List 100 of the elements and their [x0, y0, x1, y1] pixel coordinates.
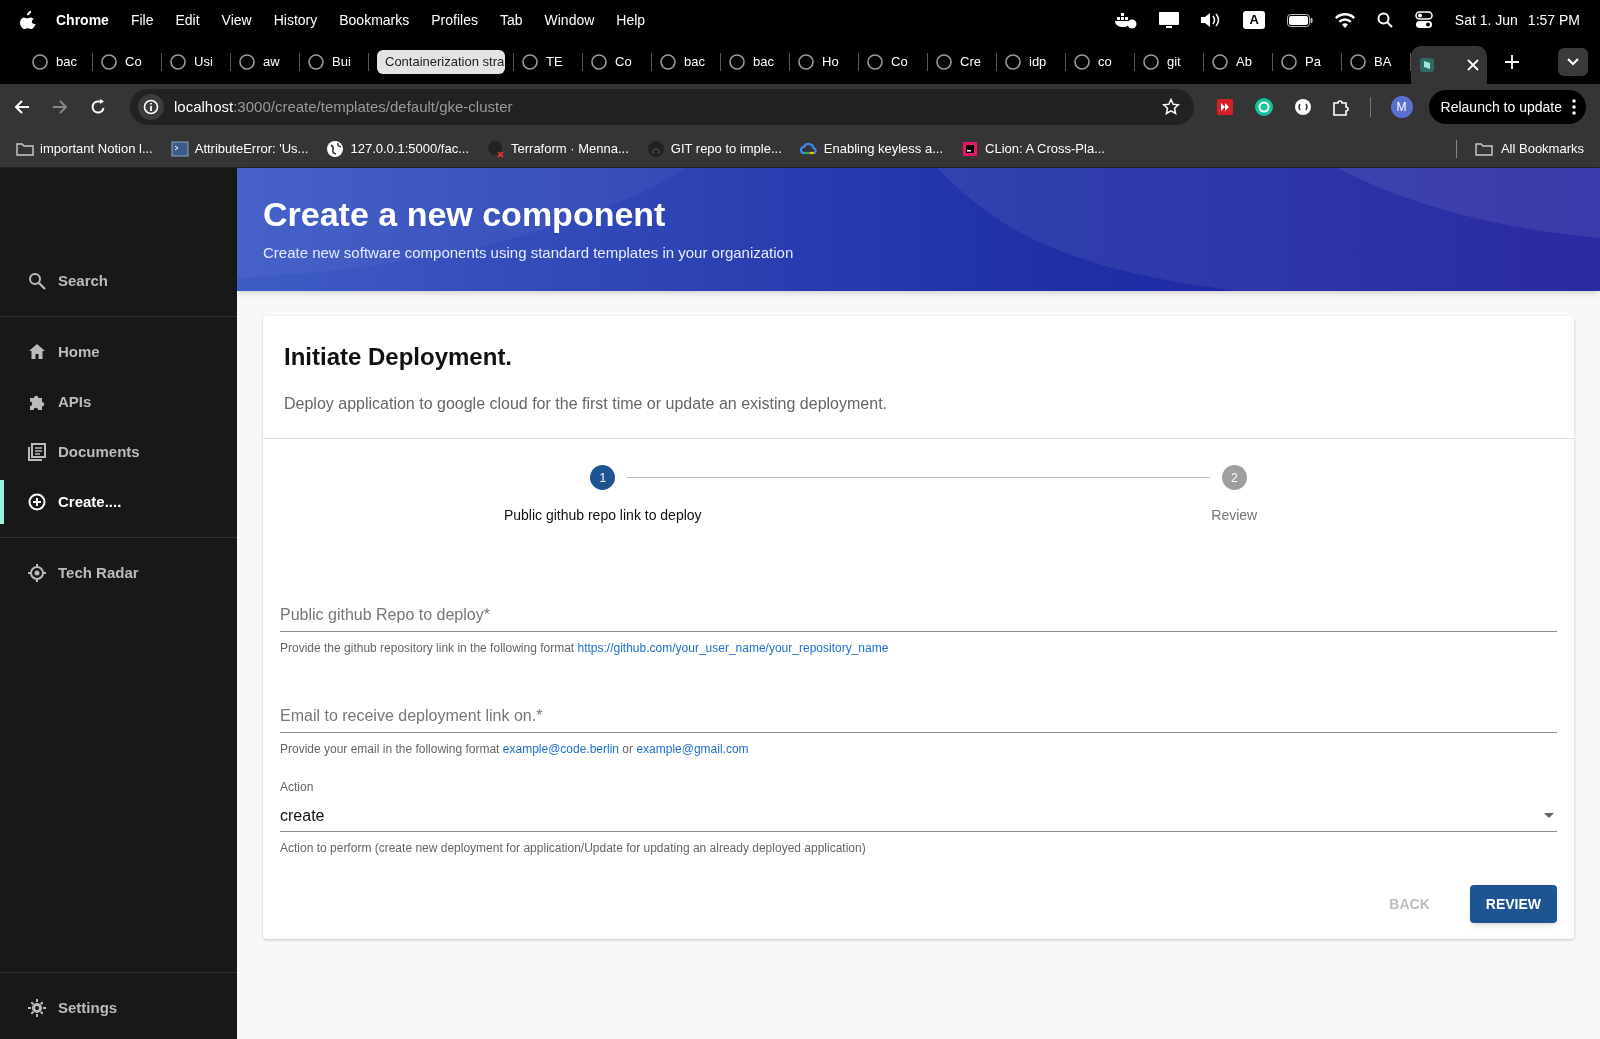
sidebar-item[interactable]: Documents: [0, 427, 237, 477]
step-label: Public github repo link to deploy: [503, 506, 702, 525]
browser-tab[interactable]: [1411, 46, 1487, 84]
input-source-indicator[interactable]: A: [1243, 11, 1265, 29]
battery-icon[interactable]: [1286, 13, 1313, 27]
browser-tab[interactable]: Co: [583, 47, 651, 77]
browser-tab[interactable]: Pa: [1273, 47, 1341, 77]
apple-icon: [20, 11, 36, 29]
sidebar-item[interactable]: APIs: [0, 377, 237, 427]
browser-tab[interactable]: Ho: [790, 47, 858, 77]
favicon-icon: [1212, 54, 1228, 70]
sidebar-item[interactable]: Home: [0, 327, 237, 377]
nav-button[interactable]: REVIEW: [1469, 885, 1557, 923]
browser-tab[interactable]: Co: [859, 47, 927, 77]
browser-tab[interactable]: Usi: [162, 47, 230, 77]
sidebar-item[interactable]: Settings: [0, 983, 237, 1033]
step-label: Review: [1211, 506, 1258, 525]
display-icon[interactable]: [1159, 11, 1180, 29]
menu-item[interactable]: Bookmarks: [339, 9, 410, 31]
input-field[interactable]: Email to receive deployment link on.*: [280, 699, 1557, 733]
menu-item[interactable]: History: [273, 9, 318, 31]
browser-tab[interactable]: Cre: [928, 47, 996, 77]
new-tab-icon[interactable]: [1505, 55, 1519, 69]
menu-item[interactable]: File: [130, 9, 154, 31]
bookmark[interactable]: Terraform · Menna...: [487, 138, 629, 159]
search-icon: [28, 272, 46, 290]
close-icon[interactable]: [1467, 59, 1479, 71]
browser-tab[interactable]: TE: [514, 47, 582, 77]
helper-link[interactable]: example@gmail.com: [636, 742, 749, 756]
favicon-icon: [1143, 54, 1159, 70]
reload-icon[interactable]: [90, 99, 106, 115]
all-bookmarks-button[interactable]: All Bookmarks: [1474, 138, 1584, 159]
menu-bar-time: 1:57 PM: [1527, 10, 1580, 30]
star-icon[interactable]: [1161, 98, 1180, 116]
browser-tab[interactable]: Ab: [1204, 47, 1272, 77]
sidebar-item[interactable]: Create....: [0, 477, 237, 527]
nav-button: BACK: [1373, 885, 1446, 923]
menu-item[interactable]: Window: [544, 9, 595, 31]
app-menu[interactable]: Chrome: [56, 9, 109, 31]
favicon-icon: [798, 54, 814, 70]
home-icon: [28, 343, 46, 361]
browser-tab[interactable]: Co: [93, 47, 161, 77]
menu-item[interactable]: Edit: [175, 9, 200, 31]
wifi-icon[interactable]: [1334, 12, 1355, 28]
favicon-icon: [1005, 54, 1021, 70]
search-icon[interactable]: [1376, 12, 1393, 28]
extension-icon[interactable]: [1215, 98, 1234, 116]
sidebar-item[interactable]: Tech Radar: [0, 548, 237, 598]
browser-tab[interactable]: Bui: [300, 47, 368, 77]
target-icon: [28, 564, 46, 582]
favicon-icon: [170, 54, 186, 70]
browser-tab[interactable]: bac: [721, 47, 789, 77]
extension-icon[interactable]: [1293, 98, 1312, 116]
favicon-icon: [101, 54, 117, 70]
address-bar[interactable]: localhost:3000/create/templates/default/gke-cluster: [130, 89, 1194, 125]
favicon-icon: [1074, 54, 1090, 70]
info-icon[interactable]: [143, 99, 159, 115]
browser-tab[interactable]: aw: [231, 47, 299, 77]
bookmark[interactable]: GIT repo to imple...: [646, 138, 782, 159]
browser-tab[interactable]: idp: [997, 47, 1065, 77]
browser-tab[interactable]: bac: [24, 47, 92, 77]
card-description: Deploy application to google cloud for the first time or update an existing deployment.: [284, 394, 889, 414]
menu-item[interactable]: View: [221, 9, 252, 31]
volume-icon[interactable]: [1201, 12, 1222, 28]
profile-avatar[interactable]: M: [1390, 96, 1413, 118]
helper-link[interactable]: https://github.com/your_user_name/your_repository_name: [577, 641, 889, 655]
dropdown-arrow-icon: [1544, 813, 1554, 818]
browser-tab[interactable]: bac: [652, 47, 720, 77]
tab-search-button[interactable]: [1558, 48, 1588, 76]
browser-tab[interactable]: BA: [1342, 47, 1410, 77]
control-center-icon[interactable]: [1414, 11, 1433, 29]
select-field[interactable]: create: [280, 800, 1557, 832]
relaunch-button[interactable]: Relaunch to update: [1428, 90, 1586, 124]
bookmark[interactable]: Enabling keyless a...: [799, 138, 944, 159]
bookmark[interactable]: AttributeError: 'Us...: [170, 138, 309, 159]
menu-bar-date: Sat 1. Jun: [1454, 10, 1518, 30]
page-title: Create a new component: [263, 194, 667, 234]
puzzle-icon[interactable]: [1331, 98, 1350, 116]
step-number: 2: [1221, 465, 1247, 490]
favicon-icon: [1281, 54, 1297, 70]
forward-arrow-icon[interactable]: [52, 99, 68, 115]
sidebar-item[interactable]: Search: [0, 256, 237, 306]
input-field[interactable]: Public github Repo to deploy*: [280, 598, 1557, 632]
bookmark[interactable]: 127.0.0.1:5000/fac...: [326, 138, 469, 159]
menu-item[interactable]: Help: [616, 9, 646, 31]
more-options-icon: [1572, 99, 1576, 115]
browser-tab[interactable]: co: [1066, 47, 1134, 77]
back-arrow-icon[interactable]: [14, 99, 30, 115]
bookmark[interactable]: CLion: A Cross-Pla...: [961, 138, 1105, 159]
step-number: 1: [590, 465, 616, 490]
menu-item[interactable]: Tab: [499, 9, 523, 31]
docker-icon[interactable]: [1115, 11, 1138, 29]
browser-tab[interactable]: git: [1135, 47, 1203, 77]
helper-link[interactable]: example@code.berlin: [502, 742, 620, 756]
extension-icon[interactable]: [1253, 97, 1274, 117]
menu-item[interactable]: Profiles: [431, 9, 478, 31]
documents-icon: [28, 443, 46, 461]
bookmark[interactable]: important Notion l...: [16, 138, 153, 159]
favicon-icon: [308, 54, 324, 70]
page-subtitle: Create new software components using standard templates in your organization: [263, 243, 795, 263]
